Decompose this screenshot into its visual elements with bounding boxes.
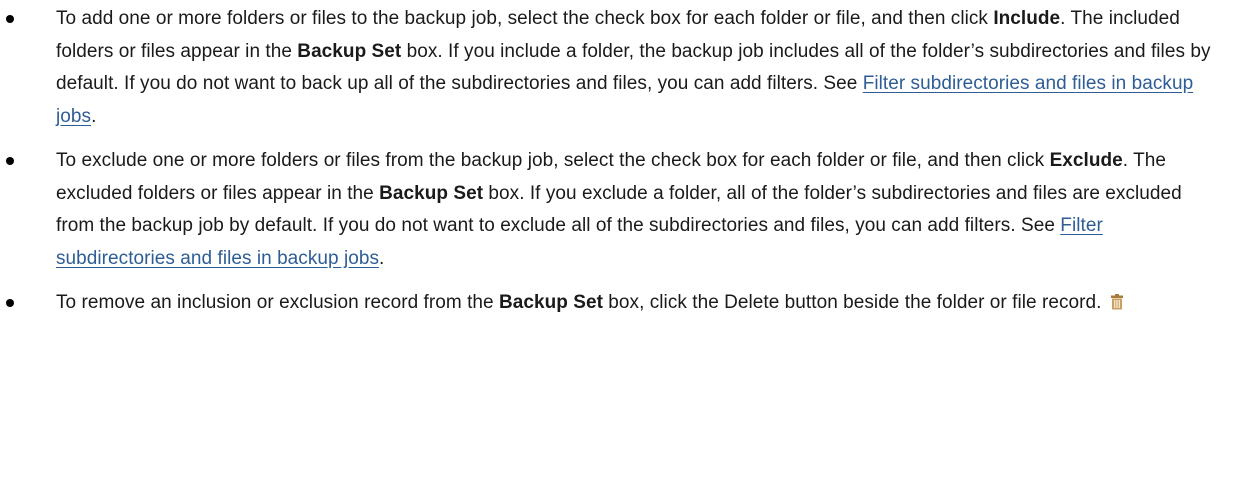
text: To exclude one or more folders or files … (56, 150, 1050, 171)
text: box, click the Delete button beside the … (602, 292, 1102, 313)
bullet-icon (6, 15, 14, 23)
trash-icon (1110, 294, 1123, 310)
instruction-list: To add one or more folders or files to t… (0, 0, 1222, 320)
list-item-include: To add one or more folders or files to t… (0, 0, 1222, 133)
exclude-term: Exclude (1049, 150, 1123, 171)
backup-set-term: Backup Set (379, 182, 484, 204)
include-term: Include (993, 8, 1061, 29)
bullet-icon (6, 299, 14, 307)
list-item-delete: To remove an inclusion or exclusion reco… (0, 275, 1222, 320)
text: To remove an inclusion or exclusion reco… (56, 292, 499, 313)
text: To add one or more folders or files to t… (56, 8, 994, 29)
text: . (379, 247, 385, 269)
bullet-icon (6, 157, 14, 165)
document-page: To add one or more folders or files to t… (0, 0, 1246, 479)
backup-set-term: Backup Set (498, 292, 603, 313)
backup-set-term: Backup Set (297, 40, 402, 62)
text: . (91, 105, 97, 127)
list-item-exclude: To exclude one or more folders or files … (0, 133, 1222, 275)
